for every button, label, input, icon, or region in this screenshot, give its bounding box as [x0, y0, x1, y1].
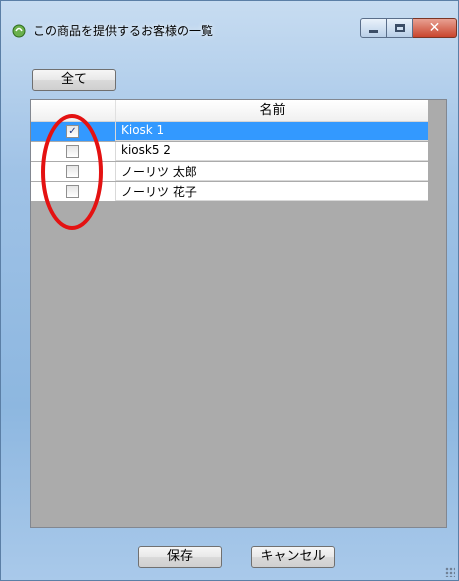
minimize-button[interactable]: [360, 18, 387, 38]
customer-name: ノーリツ 花子: [121, 185, 197, 199]
highlight-annotation-circle: [41, 114, 103, 230]
header-name-column[interactable]: 名前: [117, 100, 428, 121]
maximize-icon: [394, 24, 405, 32]
window-title: この商品を提供するお客様の一覧: [33, 24, 214, 38]
cancel-button[interactable]: キャンセル: [251, 546, 335, 568]
select-all-button[interactable]: 全て: [32, 69, 116, 91]
window-controls: ✕: [360, 18, 457, 38]
maximize-button[interactable]: [387, 18, 413, 38]
grid-header: 名前: [31, 100, 428, 122]
title-bar[interactable]: この商品を提供するお客様の一覧 ✕: [1, 1, 458, 49]
close-icon: ✕: [428, 20, 441, 36]
dialog-window: この商品を提供するお客様の一覧 ✕ 全て 名前 ✓ Kiosk 1 kiosk5…: [0, 0, 459, 581]
customer-name: ノーリツ 太郎: [121, 165, 197, 179]
resize-grip-icon[interactable]: [445, 567, 455, 577]
close-button[interactable]: ✕: [413, 18, 457, 38]
customer-name: kiosk5 2: [121, 143, 171, 157]
minimize-icon: [369, 29, 378, 33]
customer-name: Kiosk 1: [121, 123, 165, 137]
save-button[interactable]: 保存: [138, 546, 222, 568]
app-icon: [12, 24, 26, 38]
